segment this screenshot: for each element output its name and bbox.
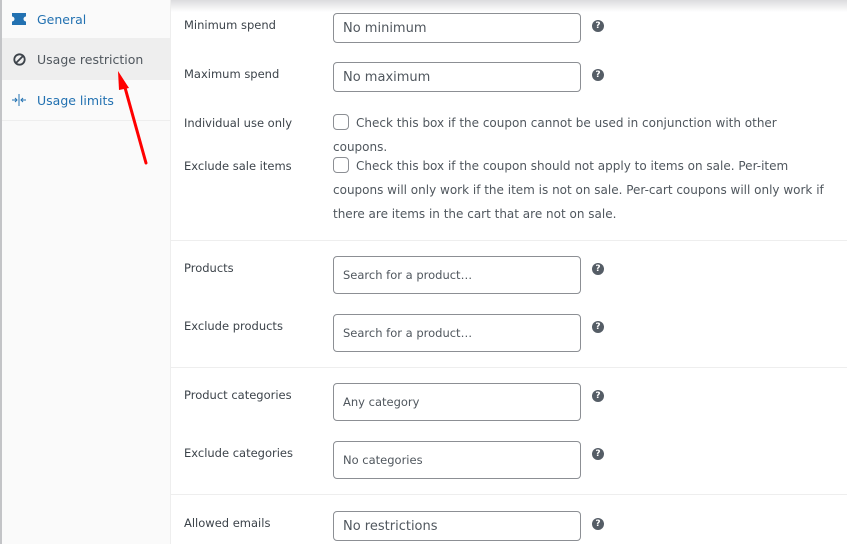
coupon-data-tabs: General Usage restriction Usage limits: [0, 0, 171, 544]
product-categories-input[interactable]: Any category: [333, 383, 581, 421]
maximum-spend-input[interactable]: No maximum: [333, 62, 581, 92]
tab-general-label: General: [37, 11, 87, 27]
tab-usage-restriction[interactable]: Usage restriction: [2, 39, 170, 80]
products-group: Products Search for a product… ? Exclude…: [171, 241, 847, 368]
allowed-emails-label: Allowed emails: [184, 516, 271, 530]
individual-use-field: Check this box if the coupon cannot be u…: [333, 111, 831, 159]
exclude-sale-description: Check this box if the coupon should not …: [333, 159, 824, 221]
product-categories-label: Product categories: [184, 388, 292, 402]
help-icon[interactable]: ?: [592, 69, 604, 81]
products-search-input[interactable]: Search for a product…: [333, 256, 581, 294]
tab-general[interactable]: General: [2, 0, 170, 39]
tab-usage-limits[interactable]: Usage limits: [2, 80, 170, 121]
exclude-categories-input[interactable]: No categories: [333, 441, 581, 479]
minimum-spend-label: Minimum spend: [184, 18, 276, 32]
help-icon[interactable]: ?: [592, 263, 604, 275]
individual-use-label: Individual use only: [184, 116, 292, 130]
help-icon[interactable]: ?: [592, 448, 604, 460]
exclude-sale-checkbox[interactable]: [333, 157, 349, 173]
categories-group: Product categories Any category ? Exclud…: [171, 368, 847, 495]
block-icon: [11, 51, 27, 67]
spend-options-group: Minimum spend No minimum ? Maximum spend…: [171, 0, 847, 241]
individual-use-description: Check this box if the coupon cannot be u…: [333, 116, 777, 154]
allowed-emails-input[interactable]: No restrictions: [333, 511, 581, 541]
tab-usage-limits-label: Usage limits: [37, 92, 114, 108]
exclude-sale-label: Exclude sale items: [184, 159, 292, 173]
minimum-spend-input[interactable]: No minimum: [333, 13, 581, 43]
ticket-icon: [11, 11, 27, 27]
usage-restriction-panel: Minimum spend No minimum ? Maximum spend…: [171, 0, 847, 544]
help-icon[interactable]: ?: [592, 390, 604, 402]
help-icon[interactable]: ?: [592, 20, 604, 32]
individual-use-checkbox[interactable]: [333, 114, 349, 130]
tab-usage-restriction-label: Usage restriction: [37, 51, 144, 67]
exclude-products-search-input[interactable]: Search for a product…: [333, 314, 581, 352]
help-icon[interactable]: ?: [592, 321, 604, 333]
products-label: Products: [184, 261, 234, 275]
maximum-spend-label: Maximum spend: [184, 67, 280, 81]
help-icon[interactable]: ?: [592, 518, 604, 530]
exclude-products-label: Exclude products: [184, 319, 283, 333]
emails-group: Allowed emails No restrictions ?: [171, 495, 847, 544]
exclude-sale-field: Check this box if the coupon should not …: [333, 154, 831, 226]
limits-icon: [11, 92, 27, 108]
exclude-categories-label: Exclude categories: [184, 446, 293, 460]
